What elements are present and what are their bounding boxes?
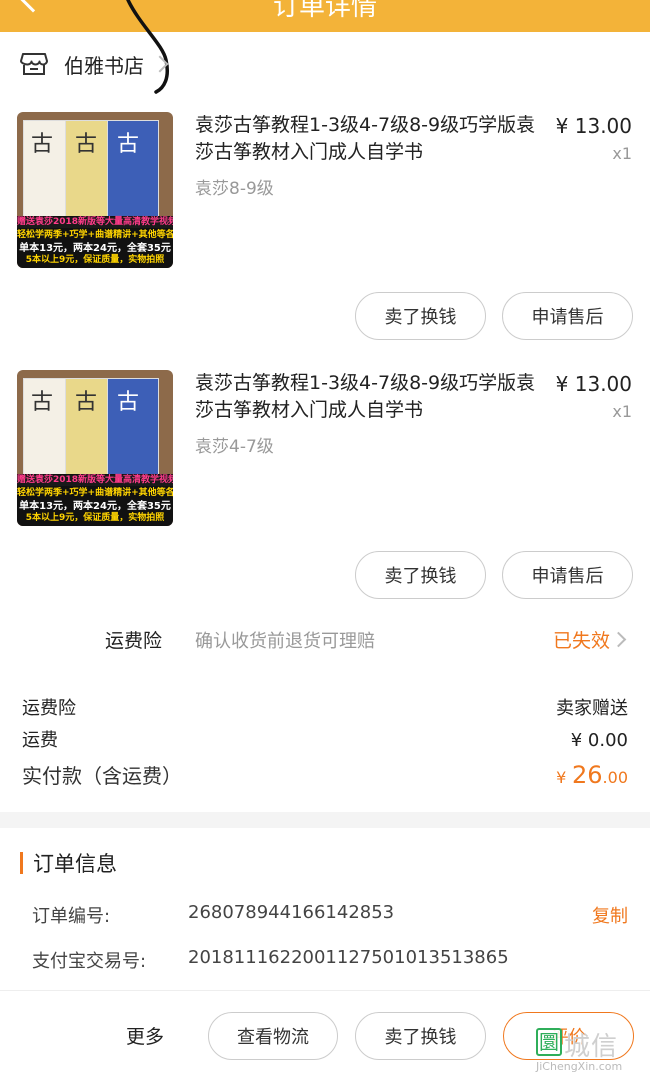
- order-info-header: 订单信息: [20, 846, 117, 880]
- alipay-number-label: 支付宝交易号:: [32, 951, 147, 972]
- product-qty: x1: [612, 402, 632, 421]
- watermark-text: 城信: [564, 1032, 619, 1062]
- accent-bar: [20, 852, 23, 874]
- product-variant: 袁莎8-9级: [195, 179, 274, 199]
- footer-divider: [0, 990, 650, 991]
- sell-for-cash-button[interactable]: 卖了换钱: [355, 292, 486, 340]
- insurance-status: 已失效: [552, 630, 610, 652]
- currency-symbol: ¥: [556, 768, 567, 787]
- product-price: ¥ 13.00: [555, 114, 632, 138]
- thumb-text: 单本13元，两本24元，全套35元: [19, 243, 171, 254]
- thumb-text: 赠送袁莎2018新版等大量高清教学视频: [17, 475, 173, 486]
- watermark-url: JiChengXin.com: [536, 1060, 623, 1073]
- thumb-text: 5本以上9元，保证质量，实物拍照: [25, 255, 165, 265]
- thumb-text: 赠送袁莎2018新版等大量高清教学视频: [17, 217, 173, 228]
- thumb-text: 轻松学两季+巧学+曲谱精讲+其他等各种: [17, 230, 173, 240]
- summary-row: 运费险 卖家赠送: [22, 694, 628, 720]
- product-price: ¥ 13.00: [555, 372, 632, 396]
- total-decimal: .00: [602, 768, 628, 787]
- summary-label: 运费: [22, 730, 58, 751]
- total-row: 实付款（含运费） ¥ 26.00: [22, 760, 628, 789]
- total-integer: 26: [572, 761, 603, 789]
- watermark-icon: 圜: [536, 1028, 562, 1056]
- shipping-insurance-row[interactable]: 运费险 确认收货前退货可理赔 已失效: [0, 612, 650, 666]
- nav-bar: 订单详情: [0, 0, 650, 32]
- product-title[interactable]: 袁莎古筝教程1-3级4-7级8-9级巧学版袁莎古筝教材入门成人自学书: [195, 112, 543, 166]
- more-button[interactable]: 更多: [126, 1022, 164, 1049]
- view-logistics-button[interactable]: 查看物流: [208, 1012, 338, 1060]
- watermark-logo: 圜 城信 JiChengXin.com: [536, 1026, 646, 1074]
- shop-name: 伯雅书店: [64, 53, 144, 78]
- thumb-text: 单本13元，两本24元，全套35元: [19, 501, 171, 512]
- order-info-title: 订单信息: [33, 852, 117, 876]
- after-sale-button[interactable]: 申请售后: [502, 292, 633, 340]
- product-title[interactable]: 袁莎古筝教程1-3级4-7级8-9级巧学版袁莎古筝教材入门成人自学书: [195, 370, 543, 424]
- chevron-right-icon: [610, 631, 627, 648]
- insurance-desc: 确认收货前退货可理赔: [195, 631, 375, 652]
- store-icon: [20, 53, 48, 75]
- alipay-number-value: 2018111622001127501013513865: [188, 947, 509, 968]
- page-title: 订单详情: [272, 0, 377, 22]
- insurance-label: 运费险: [105, 630, 163, 652]
- product-variant: 袁莎4-7级: [195, 437, 274, 457]
- shop-row[interactable]: 伯雅书店: [20, 44, 169, 84]
- summary-value: 卖家赠送: [556, 698, 628, 719]
- order-number-label: 订单编号:: [32, 906, 111, 927]
- chevron-right-icon: [151, 55, 169, 73]
- summary-label: 运费险: [22, 698, 76, 719]
- product-thumbnail[interactable]: 古 古 古 赠送袁莎2018新版等大量高清教学视频 轻松学两季+巧学+曲谱精讲+…: [17, 112, 173, 268]
- section-divider: [0, 812, 650, 828]
- summary-value: ¥ 0.00: [570, 730, 628, 751]
- order-number-value: 268078944166142853: [188, 902, 395, 923]
- total-amount: ¥ 26.00: [556, 761, 628, 789]
- thumb-text: 5本以上9元，保证质量，实物拍照: [25, 513, 165, 523]
- copy-button[interactable]: 复制: [592, 902, 628, 928]
- product-thumbnail[interactable]: 古 古 古 赠送袁莎2018新版等大量高清教学视频 轻松学两季+巧学+曲谱精讲+…: [17, 370, 173, 526]
- product-qty: x1: [612, 144, 632, 163]
- sell-for-cash-button[interactable]: 卖了换钱: [355, 1012, 486, 1060]
- summary-row: 运费 ¥ 0.00: [22, 726, 628, 752]
- total-label: 实付款（含运费）: [22, 764, 182, 788]
- thumb-text: 轻松学两季+巧学+曲谱精讲+其他等各种: [17, 488, 173, 498]
- after-sale-button[interactable]: 申请售后: [502, 551, 633, 599]
- sell-for-cash-button[interactable]: 卖了换钱: [355, 551, 486, 599]
